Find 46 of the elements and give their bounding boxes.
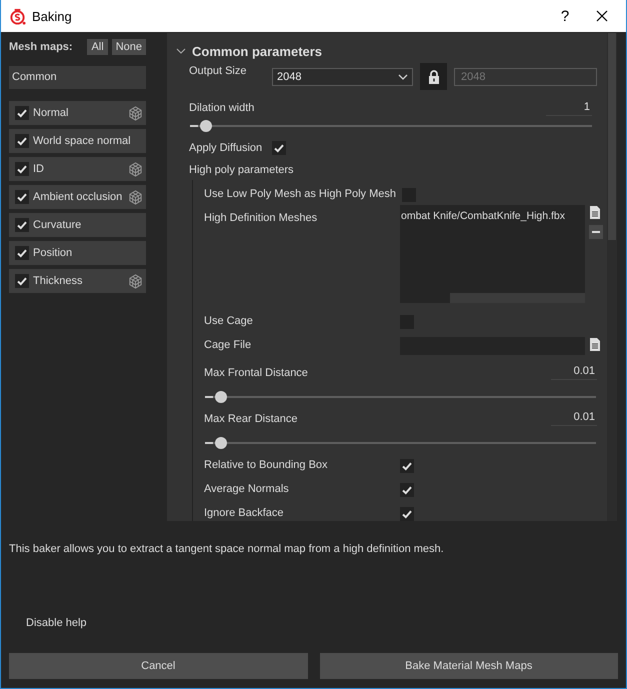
- select-button[interactable]: None: [112, 39, 146, 55]
- value-field[interactable]: 1: [546, 100, 592, 116]
- field-label: Use Low Poly Mesh as High Poly Mesh: [204, 187, 396, 200]
- value-field[interactable]: 0.01: [551, 365, 597, 380]
- map-item-label: Curvature: [33, 219, 82, 231]
- field-label: High Definition Meshes: [204, 211, 318, 224]
- file-list[interactable]: ombat Knife/CombatKnife_High.fbx: [400, 205, 585, 303]
- map-item-label: Thickness: [33, 275, 84, 287]
- mesh-maps-label: Mesh maps:: [9, 41, 74, 53]
- field-label: Output Size: [189, 65, 246, 77]
- map-item[interactable]: Ambient occlusion: [9, 185, 146, 209]
- select-button[interactable]: All: [87, 39, 108, 55]
- help-button[interactable]: ?: [550, 8, 580, 24]
- map-item[interactable]: ID: [9, 157, 146, 181]
- map-item-label: ID: [33, 163, 45, 175]
- field-label: Max Rear Distance: [204, 412, 299, 425]
- map-item[interactable]: Position: [9, 241, 146, 265]
- help-text: This baker allows you to extract a tangent space normal map from a high definition mesh.: [9, 543, 445, 557]
- section-header[interactable]: Common parameters: [176, 43, 597, 59]
- value-field[interactable]: 0.01: [551, 411, 597, 426]
- map-item-label: World space normal: [33, 135, 132, 147]
- map-item-label: Position: [33, 247, 74, 259]
- section-title: Common parameters: [192, 44, 322, 58]
- field-label: Ignore Backface: [204, 506, 284, 519]
- group-field[interactable]: Common: [9, 66, 146, 89]
- map-item[interactable]: Thickness: [9, 269, 146, 293]
- size-dropdown[interactable]: 2048: [272, 68, 413, 86]
- field-label: Relative to Bounding Box: [204, 458, 329, 471]
- field-label: Cage File: [204, 338, 252, 351]
- map-item[interactable]: Normal: [9, 101, 146, 125]
- map-item-label: Ambient occlusion: [33, 191, 124, 203]
- field-label: Dilation width: [189, 102, 254, 114]
- disable-help-link[interactable]: Disable help: [9, 617, 618, 629]
- field-label: Apply Diffusion: [189, 142, 262, 154]
- map-item[interactable]: World space normal: [9, 129, 146, 153]
- field-label: Max Frontal Distance: [204, 366, 309, 379]
- map-item[interactable]: Curvature: [9, 213, 146, 237]
- field-label: Average Normals: [204, 482, 290, 495]
- cancel-button[interactable]: Cancel: [9, 653, 308, 679]
- dropdown-value: 2048: [277, 71, 302, 83]
- field-label: High poly parameters: [189, 164, 294, 176]
- file-path[interactable]: ombat Knife/CombatKnife_High.fbx: [400, 205, 566, 222]
- bake-button[interactable]: Bake Material Mesh Maps: [320, 653, 618, 679]
- window-title: Baking: [32, 8, 73, 24]
- field-label: Use Cage: [204, 314, 254, 327]
- map-item-label: Normal: [33, 107, 70, 119]
